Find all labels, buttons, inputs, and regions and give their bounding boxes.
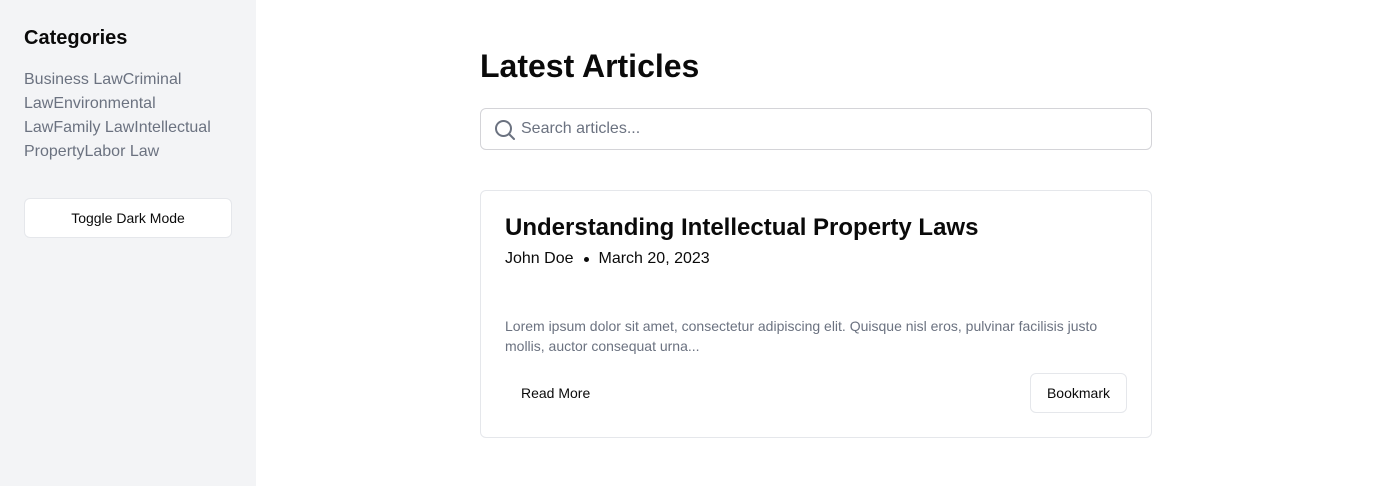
article-meta: John Doe March 20, 2023 bbox=[505, 247, 1127, 271]
page-title: Latest Articles bbox=[480, 48, 700, 84]
sidebar-title: Categories bbox=[24, 27, 128, 49]
category-business-law[interactable]: Business Law bbox=[24, 71, 123, 88]
search-bar bbox=[480, 108, 1152, 150]
article-actions: Read More Bookmark bbox=[505, 373, 1127, 413]
search-icon bbox=[493, 118, 517, 142]
content-column: Latest Articles Understanding Intellectu… bbox=[480, 46, 1152, 438]
article-date: March 20, 2023 bbox=[598, 250, 710, 267]
bookmark-button[interactable]: Bookmark bbox=[1029, 373, 1127, 413]
category-labor-law[interactable]: Labor Law bbox=[84, 143, 159, 160]
separator-dot-icon bbox=[583, 256, 589, 262]
article-author: John Doe bbox=[505, 250, 574, 267]
main-content: Latest Articles Understanding Intellectu… bbox=[256, 0, 1376, 486]
category-family-law[interactable]: Family Law bbox=[53, 119, 134, 136]
app-layout: Categories Business LawCriminal LawEnvir… bbox=[0, 0, 1376, 486]
read-more-button[interactable]: Read More bbox=[505, 373, 606, 413]
search-input[interactable] bbox=[521, 109, 1141, 149]
article-title: Understanding Intellectual Property Laws bbox=[505, 214, 979, 241]
sidebar: Categories Business LawCriminal LawEnvir… bbox=[0, 0, 256, 486]
toggle-dark-mode-button[interactable]: Toggle Dark Mode bbox=[24, 198, 232, 238]
article-excerpt: Lorem ipsum dolor sit amet, consectetur … bbox=[505, 318, 1098, 354]
article-card: Understanding Intellectual Property Laws… bbox=[480, 190, 1152, 438]
category-list: Business LawCriminal LawEnvironmental La… bbox=[24, 68, 232, 164]
